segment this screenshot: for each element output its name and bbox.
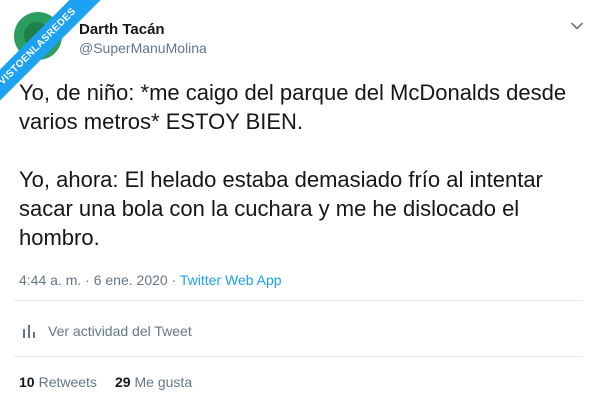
- separator: ·: [81, 272, 94, 288]
- likes-label: Me gusta: [134, 374, 193, 390]
- activity-label: Ver actividad del Tweet: [48, 323, 192, 339]
- tweet-text: Yo, de niño: *me caigo del parque del Mc…: [19, 80, 567, 250]
- divider: [14, 356, 583, 357]
- chevron-down-icon[interactable]: [569, 18, 585, 34]
- retweets-stat[interactable]: 10 Retweets: [19, 374, 97, 390]
- user-handle[interactable]: @SuperManuMolina: [79, 40, 207, 56]
- tweet-source-link[interactable]: Twitter Web App: [180, 272, 282, 288]
- tweet-time[interactable]: 4:44 a. m.: [19, 272, 81, 288]
- divider: [14, 300, 583, 301]
- retweets-label: Retweets: [38, 374, 97, 390]
- bar-chart-icon: [23, 325, 35, 338]
- tweet-date[interactable]: 6 ene. 2020: [94, 272, 168, 288]
- likes-count: 29: [114, 374, 131, 390]
- tweet-stats: 10 Retweets 29 Me gusta: [19, 374, 192, 390]
- tweet-metadata: 4:44 a. m. · 6 ene. 2020 · Twitter Web A…: [19, 272, 282, 288]
- tweet-activity-button[interactable]: Ver actividad del Tweet: [22, 323, 192, 339]
- separator: ·: [167, 272, 180, 288]
- retweets-count: 10: [19, 374, 35, 390]
- likes-stat[interactable]: 29 Me gusta: [115, 374, 192, 390]
- display-name[interactable]: Darth Tacán: [79, 21, 165, 38]
